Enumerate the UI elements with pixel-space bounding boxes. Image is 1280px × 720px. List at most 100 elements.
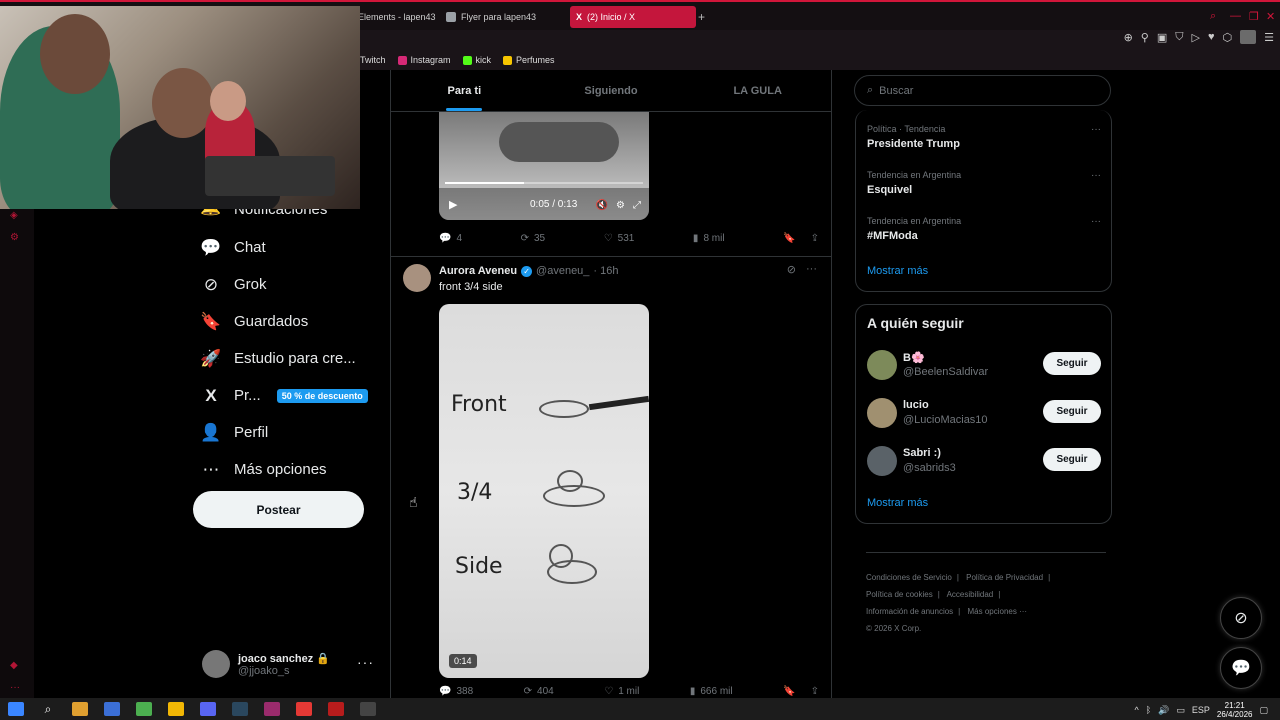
bluetooth-icon[interactable]: ᛒ [1146, 705, 1151, 715]
profile-avatar-icon[interactable] [1240, 30, 1257, 44]
sidebar-more-icon[interactable]: ··· [10, 682, 20, 693]
folder-icon[interactable] [168, 702, 184, 716]
discord-icon[interactable] [200, 702, 216, 716]
voicemod-icon[interactable] [328, 702, 344, 716]
follow-suggestion[interactable]: B🌸 @BeelenSaldivar Seguir [867, 348, 1101, 382]
more-icon[interactable]: ··· [1091, 216, 1101, 227]
nav-item-more-options[interactable]: ⋯ Más opciones [190, 451, 380, 488]
nav-item-grok[interactable]: ⊘ Grok [190, 266, 380, 303]
tweet-video[interactable]: ▶ 0:05 / 0:13 🔇 ⚙ ⤢ [439, 112, 649, 220]
footer-link[interactable]: Más opciones ··· [967, 607, 1027, 616]
grok-icon[interactable]: ⊘ [787, 263, 796, 276]
bookmark-perfumes[interactable]: Perfumes [503, 55, 555, 65]
trend-item[interactable]: Política · Tendencia Presidente Trump ··… [867, 124, 1101, 150]
like-button[interactable]: ♡ 1 mil [604, 686, 639, 697]
pin-icon[interactable]: ⚲ [1141, 31, 1149, 44]
like-button[interactable]: ♡ 531 [604, 233, 635, 244]
shield-icon[interactable]: ⛉ [1175, 31, 1183, 44]
reply-button[interactable]: 💬 388 [439, 686, 473, 697]
browser-icon[interactable] [264, 702, 280, 716]
notifications-icon[interactable]: ▢ [1259, 705, 1268, 716]
obs-icon[interactable] [360, 702, 376, 716]
app-icon[interactable] [104, 702, 120, 716]
chevron-up-icon[interactable]: ^ [1135, 705, 1139, 715]
language-indicator[interactable]: ESP [1192, 705, 1210, 715]
share-icon[interactable]: ⇪ [811, 686, 819, 697]
play-icon[interactable]: ▶ [449, 198, 457, 211]
messages-float-button[interactable]: 💬 [1220, 647, 1262, 689]
show-more-follow-link[interactable]: Mostrar más [867, 497, 928, 509]
more-icon[interactable]: ··· [357, 654, 374, 670]
nav-item-creator-studio[interactable]: 🚀 Estudio para cre... [190, 340, 380, 377]
minecraft-icon[interactable] [136, 702, 152, 716]
volume-icon[interactable]: 🔊 [1158, 705, 1169, 716]
maximize-icon[interactable]: ❐ [1249, 10, 1259, 23]
footer-link[interactable]: Accesibilidad [947, 590, 994, 599]
browser-tab-flyer[interactable]: Flyer para lapen43 [440, 6, 542, 28]
views-button[interactable]: ▮ 666 mil [690, 686, 733, 697]
more-icon[interactable]: ··· [1091, 124, 1101, 135]
extensions-icon[interactable]: ⬡ [1223, 31, 1233, 44]
avatar[interactable] [403, 264, 431, 292]
tab-para-ti[interactable]: Para ti [391, 70, 538, 111]
follow-button[interactable]: Seguir [1043, 400, 1101, 423]
bookmark-icon[interactable]: 🔖 [783, 686, 795, 697]
footer-link[interactable]: Condiciones de Servicio [866, 573, 952, 582]
nav-item-bookmarks[interactable]: 🔖 Guardados [190, 303, 380, 340]
media-icon[interactable] [296, 702, 312, 716]
tweet-author-name[interactable]: Aurora Aveneu [439, 265, 517, 277]
follow-suggestion[interactable]: lucio @LucioMacias10 Seguir [867, 396, 1101, 430]
nav-item-chat[interactable]: 💬 Chat [190, 229, 380, 266]
tweet-time[interactable]: · 16h [593, 265, 618, 277]
search-icon[interactable]: ⌕ [40, 702, 56, 716]
fullscreen-icon[interactable]: ⤢ [633, 200, 641, 211]
settings-icon[interactable]: ⚙ [616, 200, 625, 211]
more-icon[interactable]: ··· [806, 263, 817, 276]
nav-item-premium[interactable]: X Pr... 50 % de descuento [190, 377, 380, 414]
search-box[interactable]: ⌕ [854, 75, 1111, 106]
network-icon[interactable]: ▭ [1176, 705, 1185, 716]
footer-link[interactable]: Política de cookies [866, 590, 933, 599]
tab-siguiendo[interactable]: Siguiendo [538, 70, 685, 111]
file-icon[interactable] [72, 702, 88, 716]
mute-icon[interactable]: 🔇 [596, 200, 608, 211]
menu-icon[interactable]: ☰ [1264, 31, 1274, 44]
repost-button[interactable]: ⟳ 35 [521, 233, 546, 244]
tab-la-gula[interactable]: LA GULA [684, 70, 831, 111]
search-icon[interactable]: ⌕ [1210, 10, 1216, 23]
grok-float-button[interactable]: ⊘ [1220, 597, 1262, 639]
new-tab-button[interactable]: + [698, 10, 705, 24]
share-icon[interactable]: ⇪ [811, 233, 819, 244]
sidebar-app-icon[interactable]: ◆ [10, 660, 18, 671]
post-button[interactable]: Postear [193, 491, 364, 528]
minimize-icon[interactable]: — [1230, 10, 1241, 22]
reply-button[interactable]: 💬 4 [439, 233, 462, 244]
follow-button[interactable]: Seguir [1043, 352, 1101, 375]
close-icon[interactable]: ✕ [1266, 10, 1275, 23]
video-progress-bar[interactable] [445, 182, 643, 184]
follow-suggestion[interactable]: Sabri :) @sabrids3 Seguir [867, 444, 1101, 478]
screenshot-icon[interactable]: ▣ [1157, 31, 1167, 44]
sidebar-app-icon[interactable]: ◈ [10, 210, 18, 221]
bookmark-instagram[interactable]: Instagram [397, 55, 451, 65]
sidebar-settings-icon[interactable]: ⚙ [10, 232, 19, 243]
windows-start-icon[interactable] [8, 702, 24, 716]
clock[interactable]: 21:21 26/4/2026 [1217, 701, 1253, 719]
show-more-trends-link[interactable]: Mostrar más [867, 265, 928, 277]
play-icon[interactable]: ▷ [1192, 31, 1200, 44]
steam-icon[interactable] [232, 702, 248, 716]
browser-tab-x-inicio[interactable]: X (2) Inicio / X [570, 6, 696, 28]
bookmark-twitch[interactable]: Twitch [360, 55, 386, 65]
follow-button[interactable]: Seguir [1043, 448, 1101, 471]
account-switcher[interactable]: joaco sanchez 🔒 @jjoako_s ··· [202, 648, 382, 680]
repost-button[interactable]: ⟳ 404 [524, 686, 554, 697]
tweet-video[interactable]: Front 3/4 Side 0:14 [439, 304, 649, 678]
trend-item[interactable]: Tendencia en Argentina #MFModa ··· [867, 216, 1101, 242]
tweet-author-handle[interactable]: @aveneu_ [536, 265, 589, 277]
bookmark-icon[interactable]: 🔖 [783, 233, 795, 244]
more-icon[interactable]: ··· [1091, 170, 1101, 181]
heart-icon[interactable]: ♥ [1208, 31, 1215, 43]
footer-link[interactable]: Información de anuncios [866, 607, 953, 616]
nav-item-profile[interactable]: 👤 Perfil [190, 414, 380, 451]
views-button[interactable]: ▮ 8 mil [693, 233, 725, 244]
